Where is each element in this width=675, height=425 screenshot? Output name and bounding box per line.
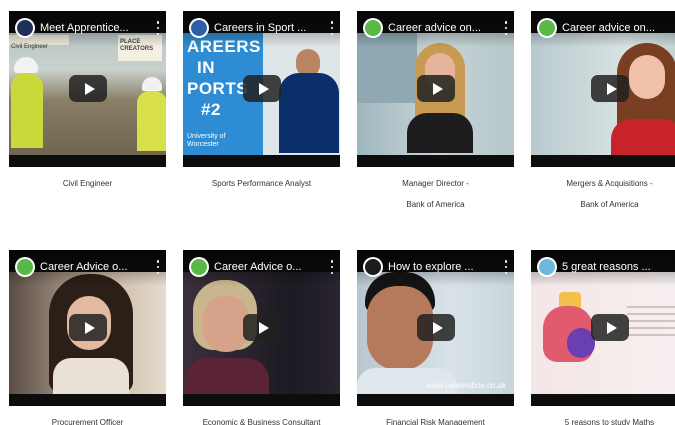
kebab-menu-icon[interactable]	[330, 260, 334, 274]
play-icon[interactable]	[243, 75, 281, 102]
video-title[interactable]: Careers in Sport ...	[214, 21, 324, 35]
video-caption: 5 reasons to study Maths	[564, 418, 655, 425]
kebab-menu-icon[interactable]	[156, 260, 160, 274]
video-card-8: 5 great reasons ... 5 reasons to study M…	[531, 250, 675, 425]
kebab-menu-icon[interactable]	[156, 21, 160, 35]
video-card-1: Civil Engineer PLACE CREATORS Meet Appre…	[9, 11, 166, 194]
thumb-org: University of Worcester	[187, 133, 226, 148]
channel-avatar-icon[interactable]	[189, 18, 209, 38]
video-card-5: Career Advice o... Procurement Officer	[9, 250, 166, 425]
play-icon[interactable]	[591, 75, 629, 102]
channel-avatar-icon[interactable]	[189, 257, 209, 277]
video-title[interactable]: Career Advice o...	[214, 260, 324, 274]
video-thumbnail[interactable]: Career Advice o...	[9, 250, 166, 406]
video-card-6: Career Advice o... Economic & Business C…	[183, 250, 340, 425]
play-icon[interactable]	[591, 314, 629, 341]
video-caption: Procurement Officer	[51, 418, 124, 425]
play-icon[interactable]	[417, 75, 455, 102]
video-thumbnail[interactable]: www.careersbox.co.uk How to explore ...	[357, 250, 514, 406]
video-caption: Mergers & Acquisitions - Bank of America	[566, 179, 653, 209]
channel-avatar-icon[interactable]	[363, 18, 383, 38]
video-caption: Manager Director - Bank of America	[402, 179, 469, 209]
channel-avatar-icon[interactable]	[537, 18, 557, 38]
thumb-watermark: www.careersbox.co.uk	[425, 381, 506, 390]
channel-avatar-icon[interactable]	[15, 257, 35, 277]
video-thumbnail[interactable]: 5 great reasons ...	[531, 250, 675, 406]
video-thumbnail[interactable]: Career advice on...	[531, 11, 675, 167]
play-icon[interactable]	[417, 314, 455, 341]
video-title[interactable]: 5 great reasons ...	[562, 260, 672, 274]
video-thumbnail[interactable]: AREERS IN PORTS #2 University of Worcest…	[183, 11, 340, 167]
video-card-4: Career advice on... Mergers & Acquisitio…	[531, 11, 675, 215]
video-title[interactable]: Career advice on...	[388, 21, 498, 35]
channel-avatar-icon[interactable]	[537, 257, 557, 277]
play-icon[interactable]	[243, 314, 281, 341]
video-thumbnail[interactable]: Career Advice o...	[183, 250, 340, 406]
play-icon[interactable]	[69, 314, 107, 341]
video-card-2: AREERS IN PORTS #2 University of Worcest…	[183, 11, 340, 194]
kebab-menu-icon[interactable]	[504, 260, 508, 274]
video-caption: Civil Engineer	[62, 179, 113, 188]
video-title[interactable]: Meet Apprentice...	[40, 21, 150, 35]
play-icon[interactable]	[69, 75, 107, 102]
video-title[interactable]: How to explore ...	[388, 260, 498, 274]
video-thumbnail[interactable]: Career advice on...	[357, 11, 514, 167]
kebab-menu-icon[interactable]	[330, 21, 334, 35]
video-title[interactable]: Career advice on...	[562, 21, 672, 35]
channel-avatar-icon[interactable]	[15, 18, 35, 38]
kebab-menu-icon[interactable]	[504, 21, 508, 35]
video-card-3: Career advice on... Manager Director - B…	[357, 11, 514, 215]
video-title[interactable]: Career Advice o...	[40, 260, 150, 274]
video-card-7: www.careersbox.co.uk How to explore ... …	[357, 250, 514, 425]
video-caption: Financial Risk Management	[386, 418, 485, 425]
video-caption: Sports Performance Analyst	[211, 179, 312, 188]
video-caption: Economic & Business Consultant	[202, 418, 321, 425]
channel-avatar-icon[interactable]	[363, 257, 383, 277]
video-thumbnail[interactable]: Civil Engineer PLACE CREATORS Meet Appre…	[9, 11, 166, 167]
